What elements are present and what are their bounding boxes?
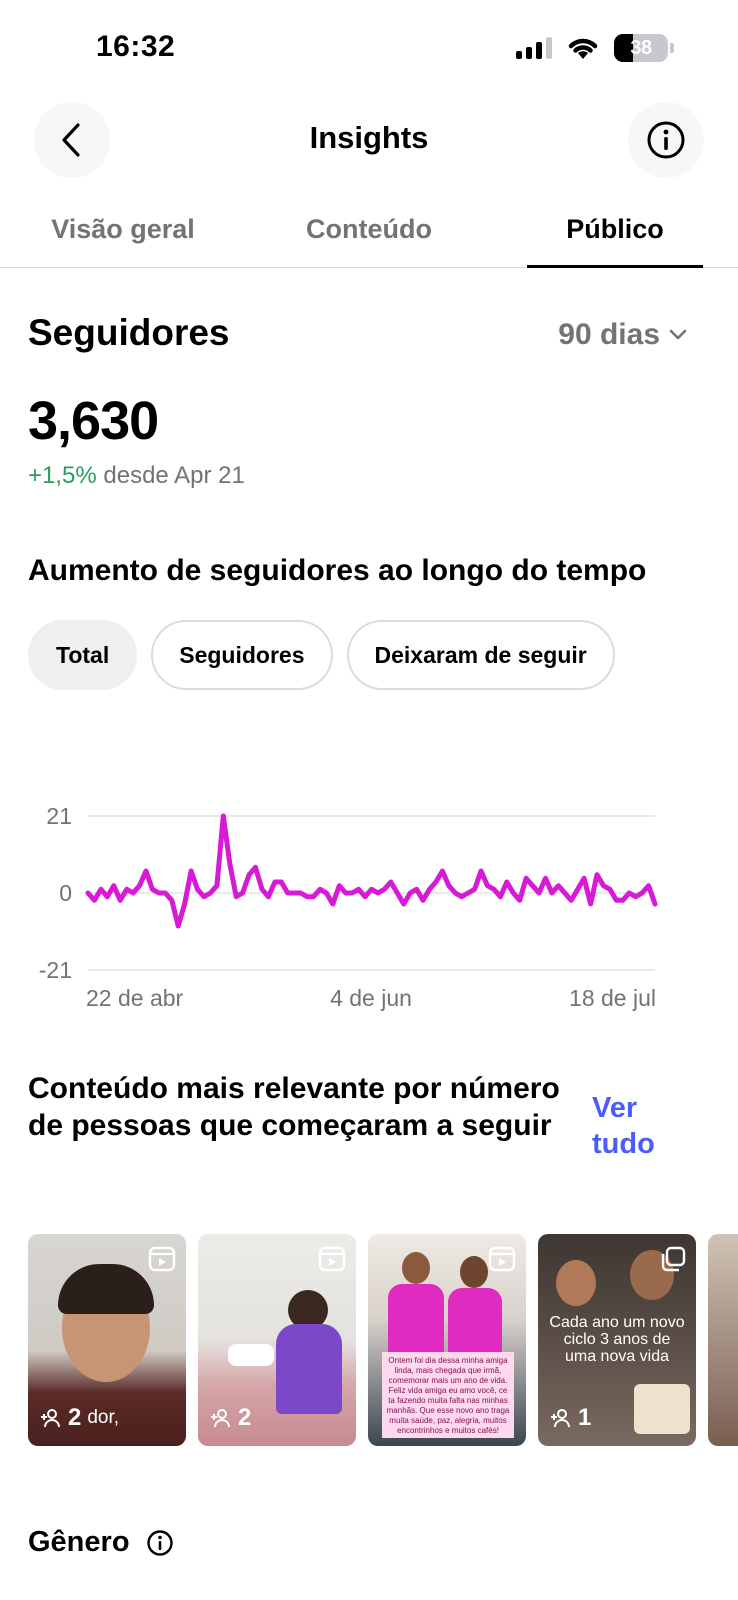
filter-total[interactable]: Total <box>28 620 138 690</box>
change-percent: +1,5% <box>28 462 97 489</box>
cellular-signal-icon <box>516 37 552 59</box>
content-thumbnail-4[interactable]: Cada ano um novo ciclo 3 anos de uma nov… <box>538 1234 696 1446</box>
filter-followers[interactable]: Seguidores <box>151 620 333 690</box>
date-range-label: 90 dias <box>558 318 660 351</box>
see-all-label: Ver tudo <box>592 1092 655 1160</box>
info-icon[interactable] <box>146 1529 174 1557</box>
followers-title: Seguidores <box>28 312 230 353</box>
see-all-link[interactable]: Ver tudo <box>592 1090 672 1162</box>
content-thumbnail-1[interactable]: 2 dor, <box>28 1234 186 1446</box>
content-thumbnail-2[interactable]: 2 <box>198 1234 356 1446</box>
new-followers-count: 2 <box>238 1404 252 1431</box>
info-icon <box>647 121 685 159</box>
y-tick-label: 21 <box>46 803 72 829</box>
post-caption: Ontem foi dia dessa minha amiga linda, m… <box>382 1352 514 1438</box>
date-range-selector[interactable]: 90 dias <box>558 318 688 352</box>
active-tab-indicator <box>527 265 703 268</box>
follower-count: 3,630 <box>28 391 159 451</box>
status-time: 16:32 <box>96 30 176 63</box>
battery-icon: 38 <box>614 34 668 62</box>
add-user-icon <box>551 1409 570 1428</box>
x-tick-label: 4 de jun <box>330 985 412 1011</box>
new-followers-metric: 2 dor, <box>40 1404 119 1432</box>
x-tick-label: 18 de jul <box>569 985 656 1011</box>
gender-title: Gênero <box>28 1526 130 1558</box>
change-suffix: desde Apr 21 <box>103 462 245 489</box>
tab-audience[interactable]: Público <box>492 214 738 245</box>
info-button[interactable] <box>628 102 704 178</box>
content-thumbnail-3[interactable]: Ontem foi dia dessa minha amiga linda, m… <box>368 1234 526 1446</box>
new-followers-count: 1 <box>578 1404 592 1431</box>
tab-content[interactable]: Conteúdo <box>246 214 492 245</box>
status-bar: 16:32 38 <box>0 0 738 100</box>
reel-icon <box>148 1246 176 1272</box>
overlay-text: dor, <box>87 1407 120 1428</box>
add-user-icon <box>41 1409 60 1428</box>
growth-title: Aumento de seguidores ao longo do tempo <box>28 554 647 587</box>
battery-level: 38 <box>630 37 652 59</box>
status-icons: 38 <box>516 34 674 62</box>
header: Insights <box>0 100 738 180</box>
tab-overview[interactable]: Visão geral <box>0 214 246 245</box>
new-followers-metric: 1 <box>550 1404 591 1432</box>
series-line-total <box>85 813 658 929</box>
follower-growth-chart-svg: 21 0 -21 22 de abr 4 de jun 18 de jul <box>39 803 658 1011</box>
x-tick-label: 22 de abr <box>86 985 184 1011</box>
filter-unfollowed[interactable]: Deixaram de seguir <box>346 620 615 690</box>
top-content-title: Conteúdo mais relevante por número de pe… <box>28 1072 560 1142</box>
follower-growth-chart: 21 0 -21 22 de abr 4 de jun 18 de jul <box>0 790 738 1020</box>
gender-section-title: Gênero <box>28 1526 174 1559</box>
y-tick-label: -21 <box>39 957 72 983</box>
new-followers-metric: 2 <box>210 1404 251 1432</box>
growth-filters: Total Seguidores Deixaram de seguir <box>28 620 615 690</box>
top-content-carousel: 2 dor, 2 Ontem foi dia dessa minha amiga… <box>28 1234 738 1446</box>
add-user-icon <box>211 1409 230 1428</box>
follower-change: +1,5% desde Apr 21 <box>28 462 245 490</box>
tab-bar: Visão geral Conteúdo Público <box>0 200 738 268</box>
wifi-icon <box>568 38 598 59</box>
new-followers-count: 2 <box>68 1404 82 1431</box>
reel-icon <box>318 1246 346 1272</box>
overlay-text: Cada ano um novo ciclo 3 anos de uma nov… <box>549 1314 685 1365</box>
reel-icon <box>488 1246 516 1272</box>
y-tick-label: 0 <box>59 880 72 906</box>
carousel-icon <box>661 1246 686 1272</box>
chevron-down-icon <box>669 329 687 340</box>
content-thumbnail-5[interactable] <box>708 1234 738 1446</box>
